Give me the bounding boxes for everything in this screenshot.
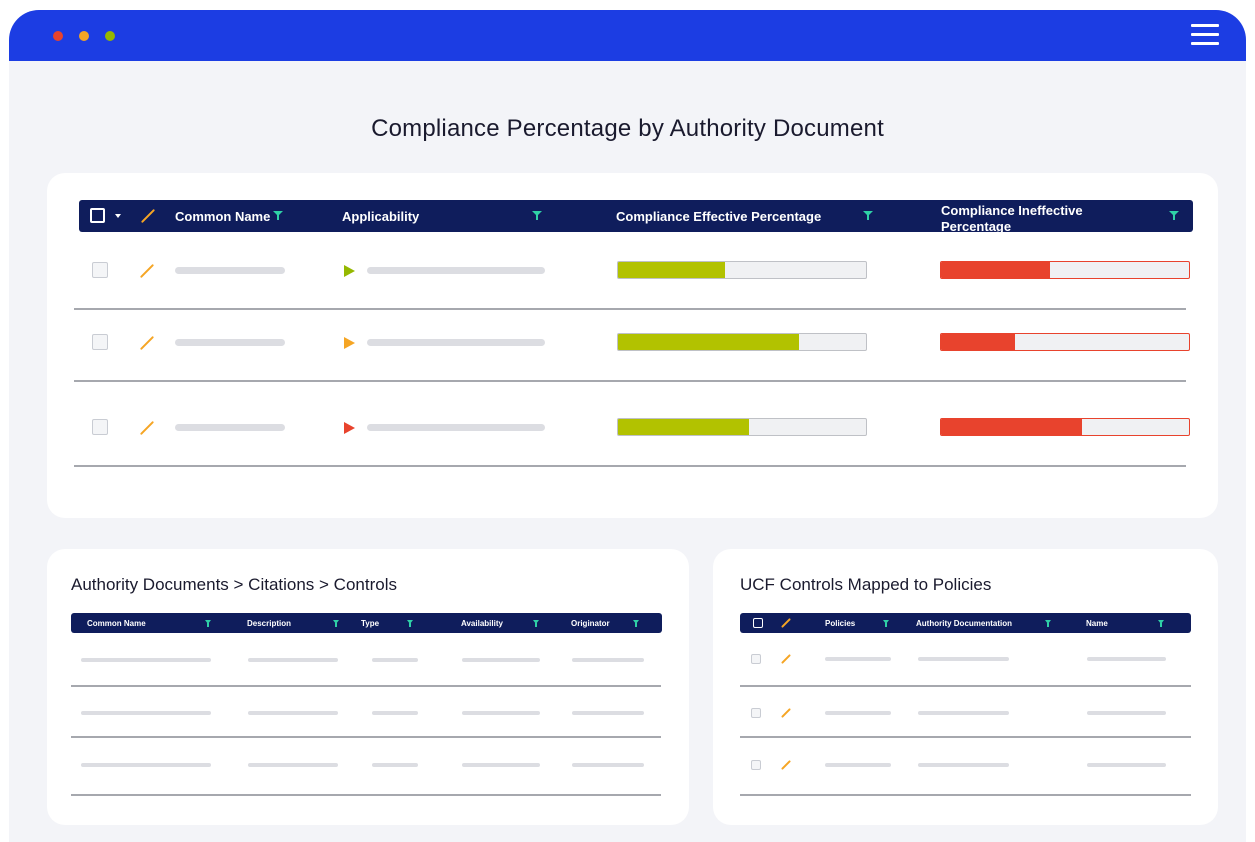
- edit-pencil-icon[interactable]: [139, 335, 155, 351]
- edit-pencil-icon[interactable]: [139, 263, 155, 279]
- ineffective-percentage-bar: [940, 418, 1190, 436]
- row-divider: [740, 794, 1191, 796]
- effective-percentage-fill: [618, 334, 800, 350]
- ucf-title: UCF Controls Mapped to Policies: [740, 575, 992, 594]
- select-all-checkbox[interactable]: [753, 618, 763, 628]
- cell-placeholder: [372, 658, 418, 662]
- effective-percentage-bar: [617, 261, 867, 279]
- ineffective-percentage-fill: [941, 262, 1051, 278]
- col-type[interactable]: Type: [361, 619, 379, 628]
- cell-placeholder: [918, 763, 1009, 767]
- row-checkbox[interactable]: [92, 334, 108, 350]
- ineffective-percentage-bar: [940, 261, 1190, 279]
- row-divider: [74, 308, 1186, 310]
- edit-pencil-icon[interactable]: [781, 618, 791, 628]
- cell-placeholder: [248, 711, 338, 715]
- applicability-status-icon: [344, 422, 355, 434]
- row-checkbox[interactable]: [92, 419, 108, 435]
- applicability-placeholder: [367, 267, 545, 274]
- cell-placeholder: [372, 711, 418, 715]
- common-name-placeholder: [175, 424, 285, 431]
- col-description[interactable]: Description: [247, 619, 291, 628]
- citations-title: Authority Documents > Citations > Contro…: [71, 575, 397, 594]
- row-divider: [740, 685, 1191, 687]
- cell-placeholder: [825, 711, 891, 715]
- edit-pencil-icon[interactable]: [139, 420, 155, 436]
- row-divider: [740, 736, 1191, 738]
- col-availability[interactable]: Availability: [461, 619, 503, 628]
- close-dot[interactable]: [53, 31, 63, 41]
- col-policies[interactable]: Policies: [825, 619, 855, 628]
- row-divider: [74, 380, 1186, 382]
- col-common-name[interactable]: Common Name: [87, 619, 146, 628]
- select-all-checkbox[interactable]: [90, 208, 105, 223]
- cell-placeholder: [81, 658, 211, 662]
- col-applicability[interactable]: Applicability: [342, 209, 419, 224]
- cell-placeholder: [462, 658, 540, 662]
- effective-percentage-fill: [618, 419, 750, 435]
- effective-percentage-fill: [618, 262, 725, 278]
- applicability-placeholder: [367, 424, 545, 431]
- row-divider: [74, 465, 1186, 467]
- ucf-card: UCF Controls Mapped to Policies Policies…: [713, 549, 1218, 825]
- citations-card: Authority Documents > Citations > Contro…: [47, 549, 689, 825]
- cell-placeholder: [81, 711, 211, 715]
- cell-placeholder: [372, 763, 418, 767]
- page-title: Compliance Percentage by Authority Docum…: [371, 115, 884, 142]
- effective-percentage-bar: [617, 333, 867, 351]
- col-effective[interactable]: Compliance Effective Percentage: [616, 209, 821, 224]
- cell-placeholder: [825, 657, 891, 661]
- cell-placeholder: [825, 763, 891, 767]
- col-originator[interactable]: Originator: [571, 619, 610, 628]
- col-name[interactable]: Name: [1086, 619, 1108, 628]
- applicability-status-icon: [344, 265, 355, 277]
- row-checkbox[interactable]: [751, 708, 761, 718]
- common-name-placeholder: [175, 267, 285, 274]
- row-divider: [71, 794, 661, 796]
- cell-placeholder: [1087, 711, 1166, 715]
- cell-placeholder: [462, 711, 540, 715]
- cell-placeholder: [248, 763, 338, 767]
- cell-placeholder: [918, 711, 1009, 715]
- cell-placeholder: [572, 711, 644, 715]
- common-name-placeholder: [175, 339, 285, 346]
- row-checkbox[interactable]: [751, 654, 761, 664]
- edit-pencil-icon[interactable]: [781, 760, 791, 770]
- ineffective-percentage-fill: [941, 334, 1016, 350]
- minimize-dot[interactable]: [79, 31, 89, 41]
- applicability-status-icon: [344, 337, 355, 349]
- edit-pencil-icon[interactable]: [140, 208, 156, 224]
- col-authority-documentation[interactable]: Authority Documentation: [916, 619, 1012, 628]
- applicability-placeholder: [367, 339, 545, 346]
- row-checkbox[interactable]: [92, 262, 108, 278]
- effective-percentage-bar: [617, 418, 867, 436]
- compliance-table-header: Common Name Applicability Compliance Eff…: [79, 200, 1193, 232]
- cell-placeholder: [248, 658, 338, 662]
- cell-placeholder: [1087, 763, 1166, 767]
- title-bar: [9, 10, 1246, 61]
- ineffective-percentage-bar: [940, 333, 1190, 351]
- cell-placeholder: [572, 763, 644, 767]
- cell-placeholder: [462, 763, 540, 767]
- row-divider: [71, 736, 661, 738]
- hamburger-menu-icon[interactable]: [1191, 24, 1219, 46]
- edit-pencil-icon[interactable]: [781, 708, 791, 718]
- col-ineffective[interactable]: Compliance Ineffective Percentage: [941, 203, 1141, 232]
- maximize-dot[interactable]: [105, 31, 115, 41]
- cell-placeholder: [918, 657, 1009, 661]
- edit-pencil-icon[interactable]: [781, 654, 791, 664]
- col-common-name[interactable]: Common Name: [175, 209, 270, 224]
- cell-placeholder: [81, 763, 211, 767]
- row-divider: [71, 685, 661, 687]
- ucf-table-header: Policies Authority Documentation Name: [740, 613, 1191, 633]
- citations-table-header: Common Name Description Type Availabilit…: [71, 613, 662, 633]
- cell-placeholder: [572, 658, 644, 662]
- compliance-card: Common Name Applicability Compliance Eff…: [47, 173, 1218, 518]
- cell-placeholder: [1087, 657, 1166, 661]
- row-checkbox[interactable]: [751, 760, 761, 770]
- ineffective-percentage-fill: [941, 419, 1083, 435]
- select-all-caret-icon[interactable]: [115, 214, 121, 218]
